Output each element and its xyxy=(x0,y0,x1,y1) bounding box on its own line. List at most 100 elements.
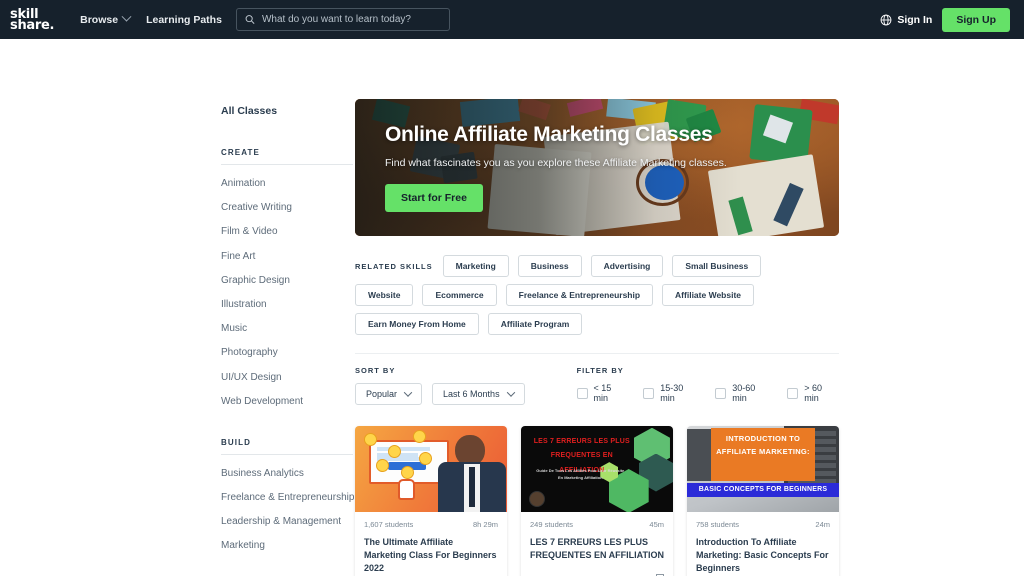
page-body: All Classes CREATE Animation Creative Wr… xyxy=(0,39,1024,576)
time-range-select[interactable]: Last 6 Months xyxy=(432,383,525,405)
sidebar-item-graphic-design[interactable]: Graphic Design xyxy=(221,275,355,286)
related-skills-row: RELATED SKILLS Marketing Business Advert… xyxy=(355,255,817,335)
class-thumbnail: LES 7 ERREURS LES PLUS FREQUENTES EN AFF… xyxy=(521,426,673,512)
nav-item-learning-paths[interactable]: Learning Paths xyxy=(146,14,222,26)
filter-checkbox-30-60-min[interactable]: 30-60 min xyxy=(715,383,772,403)
filter-checkbox-over-60-min[interactable]: > 60 min xyxy=(787,383,839,403)
skill-tag-ecommerce[interactable]: Ecommerce xyxy=(422,284,497,306)
sidebar-item-marketing[interactable]: Marketing xyxy=(221,540,355,551)
class-card[interactable]: INTRODUCTION TO AFFILIATE MARKETING: BAS… xyxy=(687,426,839,576)
filter-label-30-60-min: 30-60 min xyxy=(732,383,756,403)
sort-order-value: Popular xyxy=(366,389,398,399)
filter-checkbox-15-30-min[interactable]: 15-30 min xyxy=(643,383,700,403)
skillshare-logo[interactable]: skill share. xyxy=(10,8,54,32)
sidebar-item-business-analytics[interactable]: Business Analytics xyxy=(221,468,355,479)
hero-banner: Online Affiliate Marketing Classes Find … xyxy=(355,99,839,236)
sidebar-item-creative-writing[interactable]: Creative Writing xyxy=(221,202,355,213)
sidebar-section-build: BUILD Business Analytics Freelance & Ent… xyxy=(221,438,355,551)
class-card-body: 249 students 45m LES 7 ERREURS LES PLUS … xyxy=(521,512,673,576)
class-card-meta: 249 students 45m xyxy=(530,520,664,529)
class-title[interactable]: LES 7 ERREURS LES PLUS FREQUENTES EN AFF… xyxy=(530,536,664,562)
class-title[interactable]: The Ultimate Affiliate Marketing Class F… xyxy=(364,536,498,575)
sign-in-button[interactable]: Sign In xyxy=(880,14,932,26)
sort-order-select[interactable]: Popular xyxy=(355,383,423,405)
sort-by-label: SORT BY xyxy=(355,366,396,375)
chevron-down-icon xyxy=(506,388,515,397)
skill-tag-affiliate-website[interactable]: Affiliate Website xyxy=(662,284,755,306)
avatar xyxy=(528,490,545,507)
skill-tag-business[interactable]: Business xyxy=(517,255,582,277)
sidebar-section-heading-build: BUILD xyxy=(221,438,353,455)
main-content: Online Affiliate Marketing Classes Find … xyxy=(355,39,1024,576)
filter-checkbox-under-15-min[interactable]: < 15 min xyxy=(576,383,629,403)
search-icon xyxy=(245,15,255,24)
class-card[interactable]: 1,607 students 8h 29m The Ultimate Affil… xyxy=(355,426,507,576)
student-count: 249 students xyxy=(530,520,573,529)
filter-by-label: FILTER BY xyxy=(576,366,624,375)
filter-by-group: FILTER BY < 15 min 15-30 min 30-60 min >… xyxy=(576,366,839,405)
sidebar-item-ui-ux-design[interactable]: UI/UX Design xyxy=(221,372,355,383)
coin-icon xyxy=(364,432,378,446)
chevron-down-icon xyxy=(403,388,413,397)
skill-tag-marketing[interactable]: Marketing xyxy=(442,255,509,277)
skill-tag-advertising[interactable]: Advertising xyxy=(590,255,664,277)
skill-tag-affiliate-program[interactable]: Affiliate Program xyxy=(487,313,583,335)
checkbox-icon[interactable] xyxy=(643,387,655,399)
skill-tag-website[interactable]: Website xyxy=(355,284,414,306)
sidebar-item-photography[interactable]: Photography xyxy=(221,347,355,358)
class-card-body: 758 students 24m Introduction To Affilia… xyxy=(687,512,839,576)
start-for-free-button[interactable]: Start for Free xyxy=(385,184,483,212)
sidebar-item-music[interactable]: Music xyxy=(221,323,355,334)
sidebar-item-freelance-entrepreneurship[interactable]: Freelance & Entrepreneurship xyxy=(221,492,355,503)
coin-icon xyxy=(376,458,390,472)
checkbox-icon[interactable] xyxy=(715,387,727,399)
sidebar-section-create: CREATE Animation Creative Writing Film &… xyxy=(221,148,355,407)
skill-tag-freelance-entrepreneurship[interactable]: Freelance & Entrepreneurship xyxy=(505,284,654,306)
sidebar-section-heading-create: CREATE xyxy=(221,148,353,165)
search-input[interactable] xyxy=(261,14,441,25)
checkbox-icon[interactable] xyxy=(576,387,588,399)
class-card-meta: 1,607 students 8h 29m xyxy=(364,520,498,529)
cursor-hand-icon xyxy=(397,479,415,501)
hero-content: Online Affiliate Marketing Classes Find … xyxy=(355,99,839,212)
globe-icon xyxy=(880,14,892,25)
sidebar-item-illustration[interactable]: Illustration xyxy=(221,299,355,310)
nav-item-browse[interactable]: Browse xyxy=(80,11,132,26)
thumb-subheadline: Guide De Tous Les Affiliés Pour Leur Réu… xyxy=(536,468,625,481)
header-right-group: Sign In Sign Up xyxy=(880,7,1010,32)
chevron-down-icon xyxy=(121,11,132,22)
filter-label-over-60-min: > 60 min xyxy=(804,383,823,403)
sidebar-item-film-video[interactable]: Film & Video xyxy=(221,226,355,237)
class-title[interactable]: Introduction To Affiliate Marketing: Bas… xyxy=(696,536,830,575)
class-duration: 45m xyxy=(649,520,664,529)
time-range-value: Last 6 Months xyxy=(443,389,500,399)
sidebar-item-fine-art[interactable]: Fine Art xyxy=(221,251,355,262)
skill-tag-earn-money-from-home[interactable]: Earn Money From Home xyxy=(355,313,479,335)
class-duration: 24m xyxy=(815,520,830,529)
sidebar-item-animation[interactable]: Animation xyxy=(221,178,355,189)
skill-tag-small-business[interactable]: Small Business xyxy=(672,255,762,277)
thumb-headline: INTRODUCTION TO AFFILIATE MARKETING: xyxy=(711,427,815,482)
class-card-meta: 758 students 24m xyxy=(696,520,830,529)
thumb-instructor-photo xyxy=(437,426,507,512)
sign-up-button[interactable]: Sign Up xyxy=(942,7,1010,32)
class-card-body: 1,607 students 8h 29m The Ultimate Affil… xyxy=(355,512,507,576)
coin-icon xyxy=(418,451,432,465)
nav-item-browse-label: Browse xyxy=(80,13,119,26)
related-skills-label: RELATED SKILLS xyxy=(355,261,433,271)
sidebar-item-leadership-management[interactable]: Leadership & Management xyxy=(221,516,355,527)
sidebar-divider-spacer-1 xyxy=(221,420,355,438)
checkbox-icon[interactable] xyxy=(787,387,799,399)
sidebar-divider-spacer-2 xyxy=(221,565,355,576)
class-thumbnail: INTRODUCTION TO AFFILIATE MARKETING: BAS… xyxy=(687,426,839,512)
search-box[interactable] xyxy=(235,8,450,31)
nav-item-learning-paths-label: Learning Paths xyxy=(146,13,222,26)
class-card[interactable]: LES 7 ERREURS LES PLUS FREQUENTES EN AFF… xyxy=(521,426,673,576)
top-navigation-bar: skill share. Browse Learning Paths Sign … xyxy=(0,0,1024,39)
sidebar-item-all-classes[interactable]: All Classes xyxy=(221,105,355,117)
class-thumbnail xyxy=(355,426,507,512)
student-count: 758 students xyxy=(696,520,739,529)
hero-subtitle: Find what fascinates you as you explore … xyxy=(385,157,727,169)
student-count: 1,607 students xyxy=(364,520,414,529)
sidebar-item-web-development[interactable]: Web Development xyxy=(221,396,355,407)
